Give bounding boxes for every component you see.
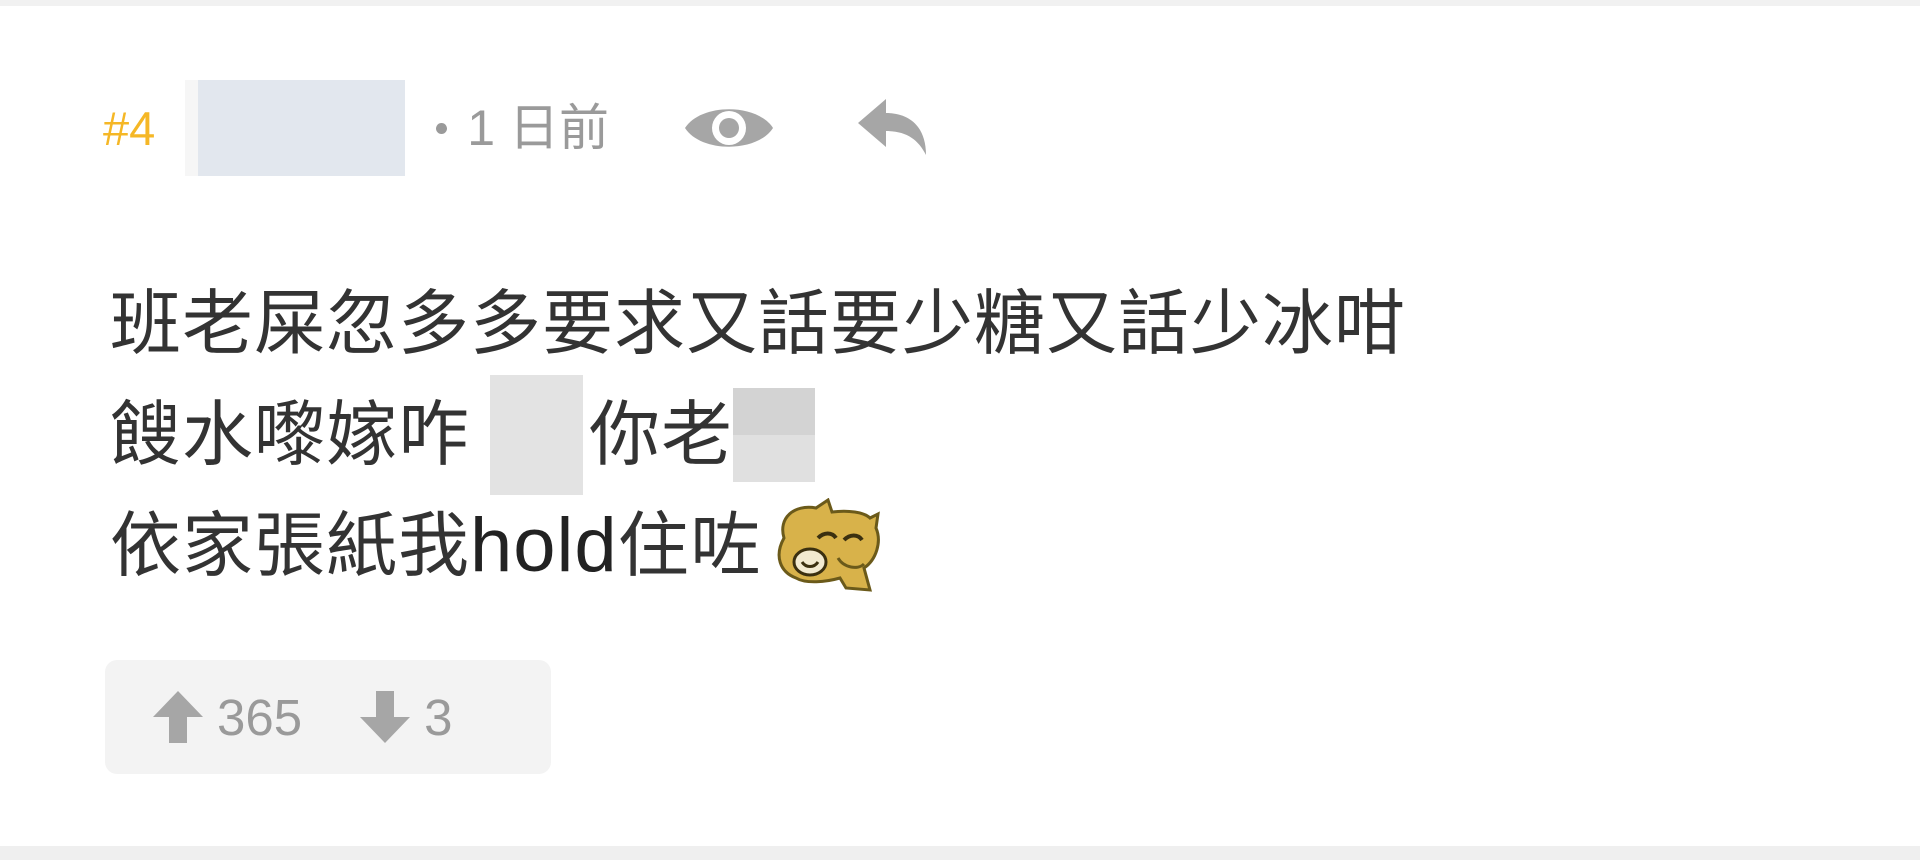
content-text: 班老屎忽多多要求又話要少糖又話少冰咁 <box>110 282 1407 365</box>
reply-icon <box>857 99 926 155</box>
content-text: hold <box>470 503 618 588</box>
separator-dot <box>436 122 448 134</box>
dog-emoji-icon <box>766 497 882 594</box>
user-info[interactable] <box>185 80 406 176</box>
content-line: 依家張紙我 hold 住咗 <box>110 490 1610 601</box>
redacted-text <box>490 374 584 495</box>
downvote-count: 3 <box>424 688 453 746</box>
post-number[interactable]: #4 <box>103 105 155 152</box>
upvote-count: 365 <box>217 688 303 746</box>
eye-icon <box>684 109 773 147</box>
downvote-button[interactable]: 3 <box>358 689 452 745</box>
post-content: 班老屎忽多多要求又話要少糖又話少冰咁 餿水嚟嫁咋 你老 依家張紙我 hold 住… <box>110 268 1610 601</box>
content-line: 餿水嚟嫁咋 你老 <box>110 374 1610 495</box>
avatar <box>185 80 199 176</box>
arrow-up-icon <box>153 691 203 743</box>
upvote-button[interactable]: 365 <box>151 689 302 745</box>
content-text: 住咗 <box>617 504 762 587</box>
content-text: 你老 <box>589 393 734 476</box>
reply-post: #4 1 日前 班老屎忽多多要求又話要少糖又話少冰咁 餿水嚟嫁咋 你老 依家張紙… <box>0 0 1920 846</box>
view-user-posts-button[interactable] <box>683 93 775 163</box>
post-header: #4 1 日前 <box>103 80 932 176</box>
content-line: 班老屎忽多多要求又話要少糖又話少冰咁 <box>110 268 1610 379</box>
username-redacted[interactable] <box>198 80 406 176</box>
arrow-down-icon <box>360 691 411 743</box>
content-text: 餿水嚟嫁咋 <box>110 393 471 476</box>
reply-button[interactable] <box>852 93 932 163</box>
content-text: 依家張紙我 <box>110 504 471 587</box>
redacted-text <box>733 387 816 482</box>
post-timestamp: 1 日前 <box>467 100 609 156</box>
bottom-divider <box>0 846 1920 860</box>
vote-bar: 365 3 <box>105 660 551 774</box>
